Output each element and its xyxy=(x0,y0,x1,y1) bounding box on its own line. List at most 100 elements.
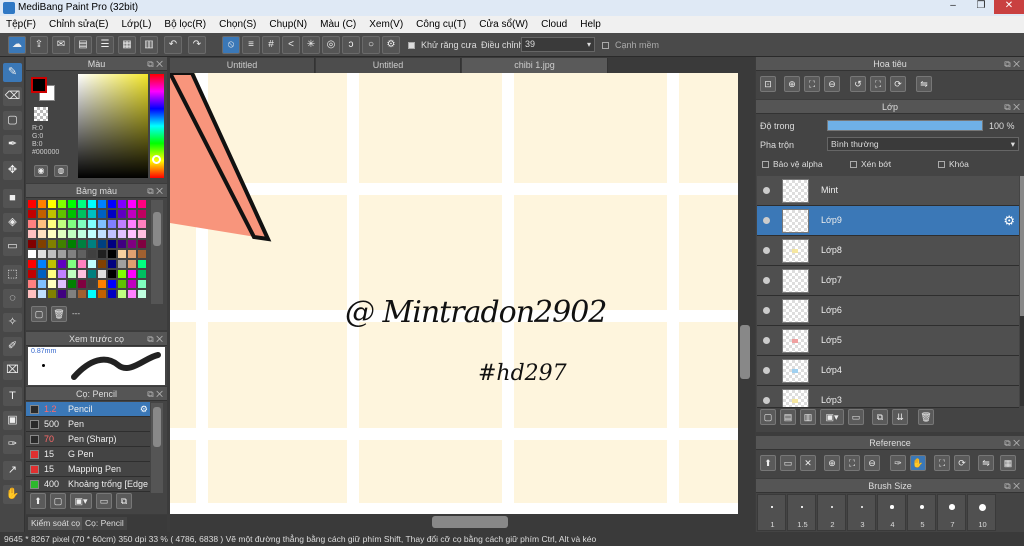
palette-swatch[interactable] xyxy=(78,240,86,248)
palette-swatch[interactable] xyxy=(118,250,126,258)
duplicate-brush-icon[interactable]: ⧉ xyxy=(116,493,132,509)
palette-swatch[interactable] xyxy=(128,290,136,298)
menu-snap[interactable]: Chụp(N) xyxy=(269,19,307,30)
saturation-brightness-square[interactable] xyxy=(78,74,148,178)
vanish-snap-icon[interactable]: < xyxy=(282,36,300,54)
palette-swatch[interactable] xyxy=(38,280,46,288)
palette-swatch[interactable] xyxy=(68,230,76,238)
palette-swatch[interactable] xyxy=(48,290,56,298)
palette-swatch[interactable] xyxy=(28,210,36,218)
palette-swatch[interactable] xyxy=(118,290,126,298)
brush-item[interactable]: 15 G Pen xyxy=(26,447,150,462)
palette-swatch[interactable] xyxy=(38,200,46,208)
palette-swatch[interactable] xyxy=(28,220,36,228)
palette-swatch[interactable] xyxy=(128,260,136,268)
merge-layer-icon[interactable]: ⇊ xyxy=(892,409,908,425)
palette-swatch[interactable] xyxy=(48,270,56,278)
folder-icon[interactable]: ▭ xyxy=(96,493,112,509)
snap-settings-icon[interactable]: ⚙ xyxy=(382,36,400,54)
palette-swatch[interactable] xyxy=(88,240,96,248)
palette-swatch[interactable] xyxy=(48,210,56,218)
palette-swatch[interactable] xyxy=(118,200,126,208)
select-pen-tool-icon[interactable]: ✐ xyxy=(3,337,22,356)
dot-tool-icon[interactable]: ▢ xyxy=(3,111,22,130)
palette-swatch[interactable] xyxy=(138,210,146,218)
palette-swatch[interactable] xyxy=(48,280,56,288)
palette-swatch[interactable] xyxy=(58,200,66,208)
palette-swatch[interactable] xyxy=(78,290,86,298)
panel-menu-icon[interactable]: ⧉ ✕ xyxy=(147,387,163,401)
palette-swatch[interactable] xyxy=(68,210,76,218)
palette-swatch[interactable] xyxy=(88,250,96,258)
palette-swatch[interactable] xyxy=(58,260,66,268)
palette-swatch[interactable] xyxy=(48,200,56,208)
palette-swatch[interactable] xyxy=(98,260,106,268)
layer-scroll-thumb[interactable] xyxy=(1020,176,1024,316)
palette-swatch[interactable] xyxy=(138,290,146,298)
palette-swatch[interactable] xyxy=(88,220,96,228)
menu-help[interactable]: Help xyxy=(580,19,601,30)
brush-item[interactable]: 500 Pen xyxy=(26,417,150,432)
transparent-color[interactable] xyxy=(34,107,48,121)
eyedropper-tool-icon[interactable]: ✑ xyxy=(3,435,22,454)
palette-swatch[interactable] xyxy=(68,270,76,278)
palette-swatch[interactable] xyxy=(68,200,76,208)
palette-swatch[interactable] xyxy=(108,220,116,228)
vertical-scrollbar[interactable] xyxy=(738,73,752,514)
palette-swatch[interactable] xyxy=(128,220,136,228)
palette-swatch[interactable] xyxy=(68,240,76,248)
fill-tool-icon[interactable]: ◈ xyxy=(3,213,22,232)
palette-swatch[interactable] xyxy=(88,290,96,298)
tab-untitled-1[interactable]: Untitled xyxy=(170,58,315,73)
palette-swatch[interactable] xyxy=(128,240,136,248)
ellipse-snap-icon[interactable]: ○ xyxy=(362,36,380,54)
palette-swatch[interactable] xyxy=(108,200,116,208)
palette-swatch[interactable] xyxy=(138,250,146,258)
vertical-scroll-thumb[interactable] xyxy=(740,325,750,379)
text-tool-icon[interactable]: T xyxy=(3,387,22,406)
adjust-input[interactable]: 39 ▾ xyxy=(521,37,595,52)
visibility-eye-icon[interactable] xyxy=(763,367,770,374)
move-tool-icon[interactable]: ✥ xyxy=(3,161,22,180)
visibility-eye-icon[interactable] xyxy=(763,247,770,254)
palette-swatch[interactable] xyxy=(38,260,46,268)
palette-swatch[interactable] xyxy=(48,230,56,238)
palette-scroll-thumb[interactable] xyxy=(153,212,161,246)
menu-color[interactable]: Màu (C) xyxy=(320,19,356,30)
hand-tool-icon[interactable]: ✋ xyxy=(3,485,22,504)
palette-swatch[interactable] xyxy=(128,250,136,258)
palette-swatch[interactable] xyxy=(118,270,126,278)
palette-swatch[interactable] xyxy=(128,280,136,288)
panel-menu-icon[interactable]: ⧉ ✕ xyxy=(1004,436,1020,450)
cloud-icon[interactable]: ☁ xyxy=(8,36,26,54)
visibility-eye-icon[interactable] xyxy=(763,187,770,194)
menu-filter[interactable]: Bộ lọc(R) xyxy=(164,19,206,30)
new-8bit-layer-icon[interactable]: ▥ xyxy=(800,409,816,425)
palette-swatch[interactable] xyxy=(98,270,106,278)
palette-swatch[interactable] xyxy=(88,230,96,238)
palette-swatch[interactable] xyxy=(28,250,36,258)
palette-swatch[interactable] xyxy=(128,210,136,218)
pen-tool-icon[interactable]: ✒ xyxy=(3,135,22,154)
menu-view[interactable]: Xem(V) xyxy=(369,19,403,30)
reference-zoom-in-icon[interactable]: ⊕ xyxy=(824,455,840,471)
parallel-snap-icon[interactable]: ≡ xyxy=(242,36,260,54)
palette-swatch[interactable] xyxy=(48,250,56,258)
document-icon[interactable]: ▤ xyxy=(74,36,92,54)
tab-brush-control[interactable]: Kiểm soát cọ xyxy=(28,517,84,530)
horizontal-scroll-thumb[interactable] xyxy=(432,516,508,528)
palette-swatch[interactable] xyxy=(48,220,56,228)
gear-icon[interactable]: ⚙ xyxy=(1003,213,1015,229)
palette-swatch[interactable] xyxy=(58,250,66,258)
palette-swatch[interactable] xyxy=(108,250,116,258)
menu-layer[interactable]: Lớp(L) xyxy=(122,19,152,30)
palette-swatch[interactable] xyxy=(58,280,66,288)
select-eraser-tool-icon[interactable]: ⌧ xyxy=(3,361,22,380)
palette-swatch[interactable] xyxy=(38,240,46,248)
restore-button[interactable]: ❐ xyxy=(968,0,994,14)
flip-icon[interactable]: ⇋ xyxy=(916,76,932,92)
palette-swatch[interactable] xyxy=(138,270,146,278)
palette-swatch[interactable] xyxy=(28,290,36,298)
menu-select[interactable]: Chọn(S) xyxy=(219,19,256,30)
antialias-checkbox[interactable] xyxy=(408,40,419,50)
